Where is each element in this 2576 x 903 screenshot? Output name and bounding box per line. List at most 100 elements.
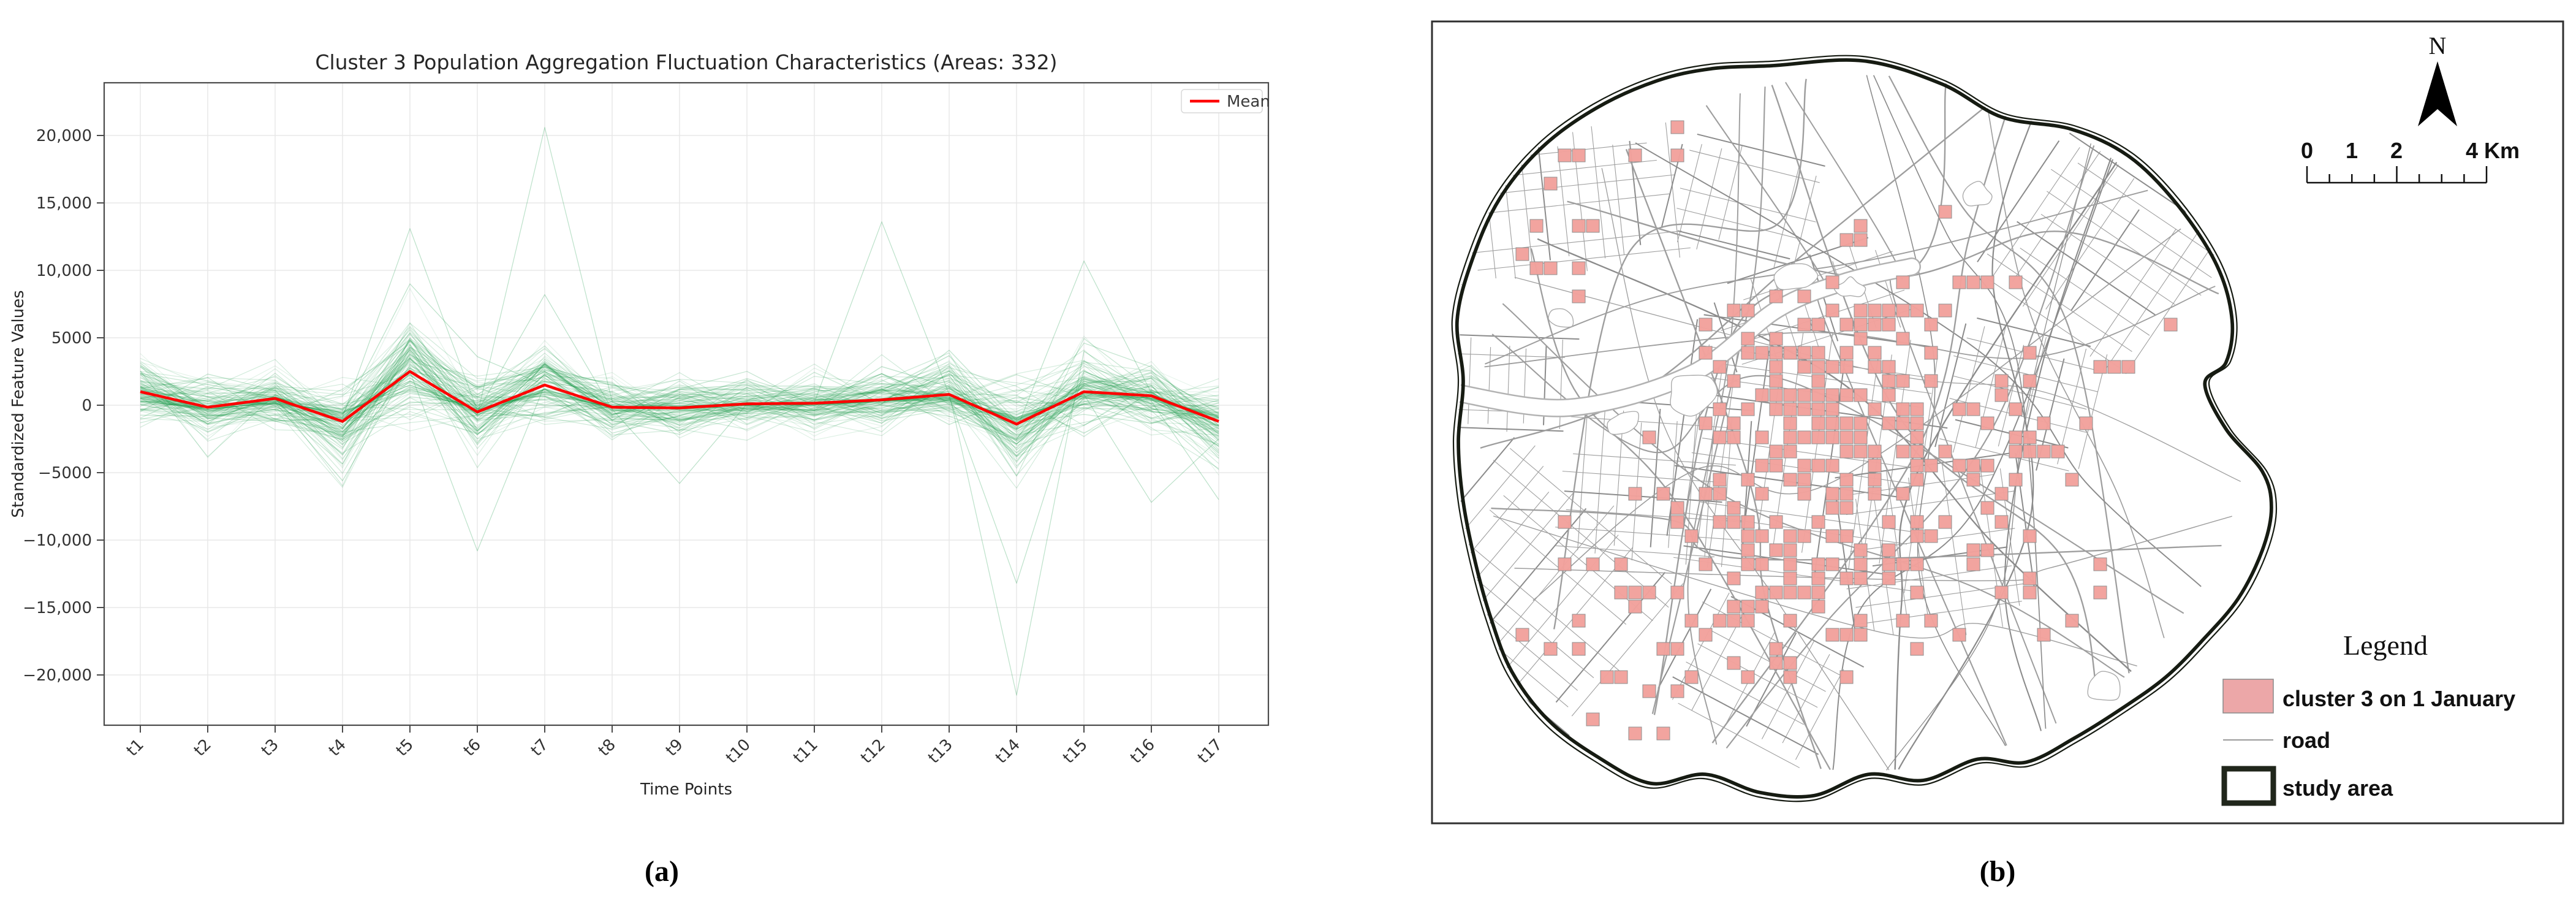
cluster-square (2023, 375, 2036, 387)
cluster-square (1643, 685, 1656, 698)
cluster-square (2094, 558, 2107, 571)
map-legend-title: Legend (2343, 630, 2428, 661)
cluster-square (1868, 487, 1881, 500)
chart-legend-label: Mean (1227, 93, 1270, 111)
cluster-square (1826, 530, 1839, 543)
cluster-square (2009, 276, 2022, 289)
cluster-square (1615, 671, 1627, 684)
cluster-square (1784, 530, 1797, 543)
cluster-square (1812, 431, 1825, 444)
y-axis-title: Standardized Feature Values (9, 290, 28, 517)
cluster-square (1840, 318, 1853, 331)
cluster-square (1558, 149, 1571, 162)
cluster-square (1770, 516, 1782, 528)
cluster-square (1657, 642, 1670, 655)
cluster-square (1882, 318, 1895, 331)
cluster-square (1896, 487, 1909, 500)
cluster-square (1713, 487, 1726, 500)
cluster-square (1826, 459, 1839, 472)
cluster-square (1544, 262, 1557, 275)
cluster-square (2023, 445, 2036, 458)
cluster-square (1939, 445, 1952, 458)
cluster-square (1727, 572, 1740, 585)
cluster-square (2009, 445, 2022, 458)
cluster-square (1967, 459, 1980, 472)
cluster-square (1615, 586, 1627, 599)
cluster-square (1868, 473, 1881, 486)
cluster-square (1798, 530, 1811, 543)
cluster-square (1896, 403, 1909, 416)
cluster-fluctuation-chart: 20,00015,00010,00050000−5000−10,000−15,0… (23, 83, 1268, 768)
cluster-square (1812, 389, 1825, 402)
cluster-square (1925, 459, 1938, 472)
cluster-square (2066, 614, 2078, 627)
cluster-square (1882, 572, 1895, 585)
cluster-square (1967, 403, 1980, 416)
cluster-square (1840, 530, 1853, 543)
road-street (1708, 629, 1825, 692)
cluster-square (2009, 431, 2022, 444)
cluster-square (1812, 360, 1825, 373)
north-arrow-icon (2418, 61, 2457, 126)
cluster-square (1840, 501, 1853, 514)
road-street (1564, 491, 1722, 502)
cluster-square (1629, 600, 1642, 613)
road-street (1468, 338, 1471, 424)
chart-legend: Mean (1181, 90, 1270, 113)
cluster-square (1629, 727, 1642, 740)
road-street (1493, 460, 1669, 608)
road-street (2090, 229, 2176, 356)
cluster-square (1756, 389, 1768, 402)
cluster-square (1572, 642, 1585, 655)
road-street (1953, 326, 1985, 452)
cluster-square (1925, 318, 1938, 331)
cluster-square (2051, 445, 2064, 458)
cluster-square (1741, 671, 1754, 684)
cluster-square (1925, 614, 1938, 627)
scale-label-4km: 4 Km (2466, 138, 2520, 163)
cluster-square (1854, 628, 1867, 641)
cluster-square (1770, 346, 1782, 359)
cluster-square (1854, 431, 1867, 444)
road-street (1665, 123, 1680, 257)
panel-b-label: (b) (1980, 855, 2016, 888)
cluster-square (1840, 487, 1853, 500)
cluster-square (1770, 403, 1782, 416)
cluster-square (1868, 445, 1881, 458)
lake-outline (1670, 375, 1717, 416)
study-area-swatch (2224, 769, 2273, 803)
scale-label-1: 1 (2346, 138, 2358, 163)
cluster-square (1629, 487, 1642, 500)
x-tick-label: t17 (1194, 736, 1226, 768)
cluster-square (1882, 360, 1895, 373)
cluster-square (1671, 642, 1684, 655)
cluster-square (2108, 360, 2121, 373)
cluster-square (1727, 600, 1740, 613)
cluster-square (1699, 346, 1712, 359)
cluster-square (1727, 501, 1740, 514)
cluster-square (1840, 628, 1853, 641)
axis-ticks (97, 135, 1219, 733)
cluster-square (2037, 628, 2050, 641)
cluster-square (1671, 149, 1684, 162)
cluster-square (1784, 572, 1797, 585)
cluster-square (1741, 544, 1754, 557)
cluster-square (1544, 177, 1557, 190)
cluster-square (2023, 346, 2036, 359)
cluster-square (2164, 318, 2177, 331)
scale-label-0: 0 (2301, 138, 2313, 163)
cluster-square (2094, 360, 2107, 373)
cluster-square (1629, 586, 1642, 599)
cluster-square (1840, 431, 1853, 444)
cluster-square (1854, 332, 1867, 345)
two-panel-figure: 20,00015,00010,00050000−5000−10,000−15,0… (0, 0, 2576, 903)
cluster-square (1572, 290, 1585, 303)
cluster-square (1882, 516, 1895, 528)
cluster-square (1741, 403, 1754, 416)
cluster-square (2122, 360, 2135, 373)
cluster-square (1854, 234, 1867, 246)
cluster-square (1882, 558, 1895, 571)
cluster-square (1995, 586, 2008, 599)
cluster-square (1981, 417, 1994, 430)
cluster-square (1854, 389, 1867, 402)
